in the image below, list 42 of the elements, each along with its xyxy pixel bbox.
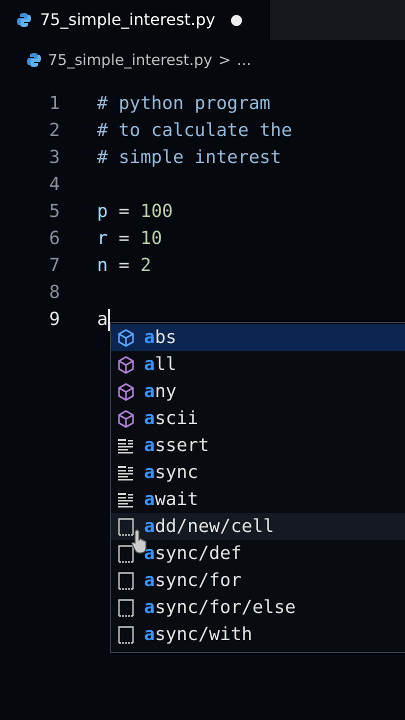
snippet-square-icon xyxy=(116,570,136,590)
code-line: # python program xyxy=(96,92,270,116)
line-number: 7 xyxy=(48,254,60,278)
line-number: 2 xyxy=(48,119,60,143)
suggestion-item[interactable]: add/new/cell xyxy=(111,513,405,540)
suggestion-item[interactable]: all xyxy=(111,351,405,378)
suggestion-item[interactable]: any xyxy=(111,378,405,405)
cube-icon xyxy=(116,382,136,402)
snippet-square-icon xyxy=(116,598,136,618)
line-number: 3 xyxy=(48,146,60,170)
code-line: # to calculate the xyxy=(96,119,292,143)
suggestion-item[interactable]: async xyxy=(111,459,405,486)
line-number: 4 xyxy=(48,173,60,197)
snippet-square-icon xyxy=(116,544,136,564)
code-line: r = 10 xyxy=(96,227,162,251)
code-line: n = 2 xyxy=(96,254,152,278)
snippet-square-icon xyxy=(116,624,136,644)
cube-icon xyxy=(116,408,136,428)
code-line: p = 100 xyxy=(96,200,173,224)
suggestion-item[interactable]: async/with xyxy=(111,621,405,648)
suggestion-item[interactable]: abs xyxy=(111,324,405,351)
breadcrumb-file[interactable]: 75_simple_interest.py xyxy=(48,48,212,72)
line-number: 1 xyxy=(48,92,60,116)
breadcrumb-separator: > xyxy=(218,50,231,71)
suggestion-item[interactable]: async/for/else xyxy=(111,594,405,621)
breadcrumb-more[interactable]: ... xyxy=(236,48,252,72)
suggestion-item[interactable]: assert xyxy=(111,432,405,459)
suggestion-item[interactable]: ascii xyxy=(111,405,405,432)
suggestion-item[interactable]: async/def xyxy=(111,540,405,567)
python-file-icon xyxy=(16,12,32,28)
cube-icon xyxy=(116,354,136,374)
code-line: a xyxy=(96,308,110,333)
line-number: 8 xyxy=(48,281,60,305)
suggestion-item[interactable]: async/for xyxy=(111,567,405,594)
code-line: # simple interest xyxy=(96,146,282,170)
python-file-icon xyxy=(26,52,42,68)
snippet-square-icon xyxy=(116,516,136,536)
line-number: 6 xyxy=(48,227,60,251)
cube-icon xyxy=(116,328,136,348)
suggestion-item[interactable]: await xyxy=(111,486,405,513)
line-number: 5 xyxy=(48,200,60,224)
line-number: 9 xyxy=(48,308,60,332)
